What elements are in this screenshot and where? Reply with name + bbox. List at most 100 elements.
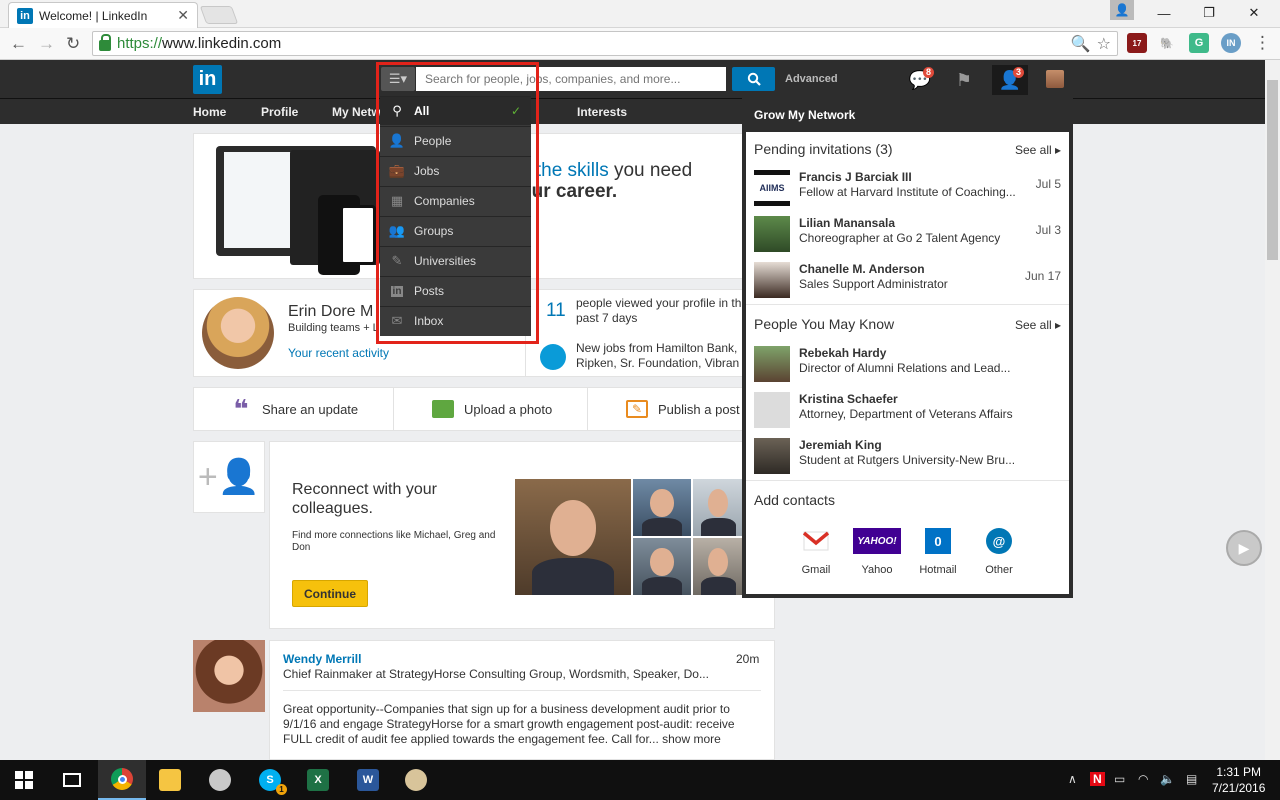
upload-photo-button[interactable]: Upload a photo — [432, 387, 552, 431]
invitation-row[interactable]: Chanelle M. Anderson Sales Support Admin… — [754, 259, 1061, 305]
chrome-menu-icon[interactable]: ⋮ — [1254, 33, 1271, 53]
nav-interests[interactable]: Interests — [577, 105, 627, 119]
browser-tab[interactable]: in Welcome! | LinkedIn ✕ — [8, 2, 198, 28]
post-author-name[interactable]: Wendy Merrill — [283, 652, 361, 666]
search-category-universities[interactable]: ✎ Universities — [380, 246, 531, 275]
advanced-search-link[interactable]: Advanced — [785, 73, 838, 85]
colleague-photo[interactable] — [633, 538, 691, 595]
excel-icon[interactable]: X — [294, 760, 342, 800]
flag-icon[interactable]: ⚑ — [946, 65, 982, 95]
profile-views-count[interactable]: 11 — [546, 300, 566, 322]
pending-invitations-title: Pending invitations (3) — [754, 141, 893, 157]
search-category-menu-icon[interactable]: ☰▾ — [381, 67, 415, 91]
yahoo-import[interactable]: YAHOO! Yahoo — [847, 528, 907, 576]
close-tab-icon[interactable]: ✕ — [177, 7, 189, 24]
invitation-subtitle: Choreographer at Go 2 Talent Agency — [799, 231, 1001, 245]
checkmark-icon: ✓ — [510, 104, 521, 118]
back-icon[interactable]: ← — [10, 34, 27, 54]
zoom-icon[interactable]: 🔍 — [1071, 34, 1091, 54]
search-category-all[interactable]: ⚲ All ✓ — [380, 96, 531, 125]
search-category-groups[interactable]: 👥 Groups — [380, 216, 531, 245]
taskbar-clock[interactable]: 1:31 PM 7/21/2016 — [1212, 764, 1265, 796]
notifications-icon[interactable]: ▤ — [1186, 772, 1197, 786]
task-view-icon[interactable] — [48, 760, 96, 800]
profile-views-text[interactable]: people viewed your profile in th past 7 … — [576, 296, 746, 326]
browser-tab-strip: in Welcome! | LinkedIn ✕ 👤 — ❐ ✕ — [0, 0, 1280, 28]
messages-icon[interactable]: 💬 8 — [902, 65, 938, 95]
colleague-photo[interactable] — [693, 538, 743, 595]
invitation-row[interactable]: AIIMS Francis J Barciak III Fellow at Ha… — [754, 167, 1061, 213]
bookmark-star-icon[interactable]: ☆ — [1097, 34, 1111, 54]
recent-activity-link[interactable]: Your recent activity — [288, 346, 389, 360]
profile-photo[interactable] — [202, 297, 274, 369]
continue-button[interactable]: Continue — [292, 580, 368, 607]
new-jobs-line1: New jobs from Hamilton Bank, — [576, 341, 738, 355]
gmail-import[interactable]: Gmail — [786, 528, 846, 576]
see-all-pymk-link[interactable]: See all ▸ — [1015, 318, 1061, 332]
minimize-button[interactable]: — — [1142, 0, 1186, 26]
photo-icon — [432, 400, 454, 418]
paint-icon[interactable] — [196, 760, 244, 800]
battery-icon[interactable]: ▭ — [1114, 772, 1125, 786]
section-divider — [746, 480, 1069, 481]
colleague-photo-large[interactable] — [515, 479, 631, 595]
new-jobs-text[interactable]: New jobs from Hamilton Bank, Ripken, Sr.… — [576, 341, 746, 371]
wifi-icon[interactable]: ◠ — [1138, 772, 1148, 786]
profile-extension-icon[interactable]: IN — [1221, 33, 1241, 53]
netflix-icon[interactable]: N — [1090, 772, 1105, 786]
add-connection-icon[interactable]: 👤 3 — [992, 65, 1028, 95]
search-category-people[interactable]: 👤 People — [380, 126, 531, 155]
chrome-taskbar-icon[interactable] — [98, 760, 146, 800]
windows-start-icon[interactable] — [0, 760, 48, 800]
forward-icon[interactable]: → — [38, 34, 55, 54]
invitation-row[interactable]: Lilian Manansala Choreographer at Go 2 T… — [754, 213, 1061, 259]
address-bar[interactable]: https:// www.linkedin.com 🔍 ☆ — [92, 31, 1118, 56]
scrollbar-thumb[interactable] — [1267, 80, 1278, 260]
paint-palette-icon[interactable] — [392, 760, 440, 800]
close-window-button[interactable]: ✕ — [1232, 0, 1276, 26]
see-all-invitations-link[interactable]: See all ▸ — [1015, 143, 1061, 157]
colleague-photo[interactable] — [693, 479, 743, 536]
search-category-companies[interactable]: ▦ Companies — [380, 186, 531, 215]
hotmail-import[interactable]: 0 Hotmail — [908, 528, 968, 576]
search-category-posts[interactable]: in Posts — [380, 276, 531, 305]
show-more-link[interactable]: show more — [662, 732, 721, 746]
volume-icon[interactable]: 🔈 — [1160, 772, 1175, 786]
pymk-row[interactable]: Jeremiah King Student at Rutgers Univers… — [754, 435, 1061, 481]
grammarly-extension-icon[interactable]: G — [1189, 33, 1209, 53]
tablet-illustration — [340, 205, 376, 265]
profile-name[interactable]: Erin Dore M — [288, 303, 373, 321]
skype-icon[interactable]: S1 — [246, 760, 294, 800]
search-button[interactable] — [732, 67, 775, 91]
search-category-inbox[interactable]: ✉ Inbox — [380, 306, 531, 335]
word-icon[interactable]: W — [344, 760, 392, 800]
search-category-jobs[interactable]: 💼 Jobs — [380, 156, 531, 185]
show-hidden-icons[interactable]: ∧ — [1068, 772, 1077, 786]
search-input[interactable] — [416, 67, 726, 91]
account-avatar[interactable] — [1046, 70, 1064, 88]
page-scrollbar[interactable] — [1265, 60, 1280, 760]
file-explorer-icon[interactable] — [146, 760, 194, 800]
publish-post-button[interactable]: ✎ Publish a post — [626, 387, 740, 431]
nav-profile[interactable]: Profile — [261, 105, 298, 119]
pymk-row[interactable]: Kristina Schaefer Attorney, Department o… — [754, 389, 1061, 435]
other-import[interactable]: @ Other — [969, 528, 1029, 576]
pymk-row[interactable]: Rebekah Hardy Director of Alumni Relatio… — [754, 343, 1061, 389]
browser-profile-icon[interactable]: 👤 — [1110, 0, 1134, 20]
invitation-photo — [754, 216, 790, 252]
post-author-photo[interactable] — [193, 640, 265, 712]
nav-home[interactable]: Home — [193, 105, 226, 119]
ublock-extension-icon[interactable]: 17 — [1127, 33, 1147, 53]
restore-button[interactable]: ❐ — [1187, 0, 1231, 26]
new-tab-button[interactable] — [199, 6, 239, 24]
pymk-photo — [754, 438, 790, 474]
search-category-label: People — [414, 134, 452, 148]
pymk-name: Jeremiah King — [799, 438, 882, 452]
nav-my-network[interactable]: My Netw — [332, 105, 381, 119]
reload-icon[interactable]: ↻ — [66, 34, 80, 54]
play-icon[interactable]: ▶ — [1226, 530, 1262, 566]
share-update-button[interactable]: ❝ Share an update — [230, 387, 358, 431]
evernote-extension-icon[interactable]: 🐘 — [1157, 33, 1177, 53]
colleague-photo[interactable] — [633, 479, 691, 536]
linkedin-logo[interactable]: in — [193, 65, 222, 94]
